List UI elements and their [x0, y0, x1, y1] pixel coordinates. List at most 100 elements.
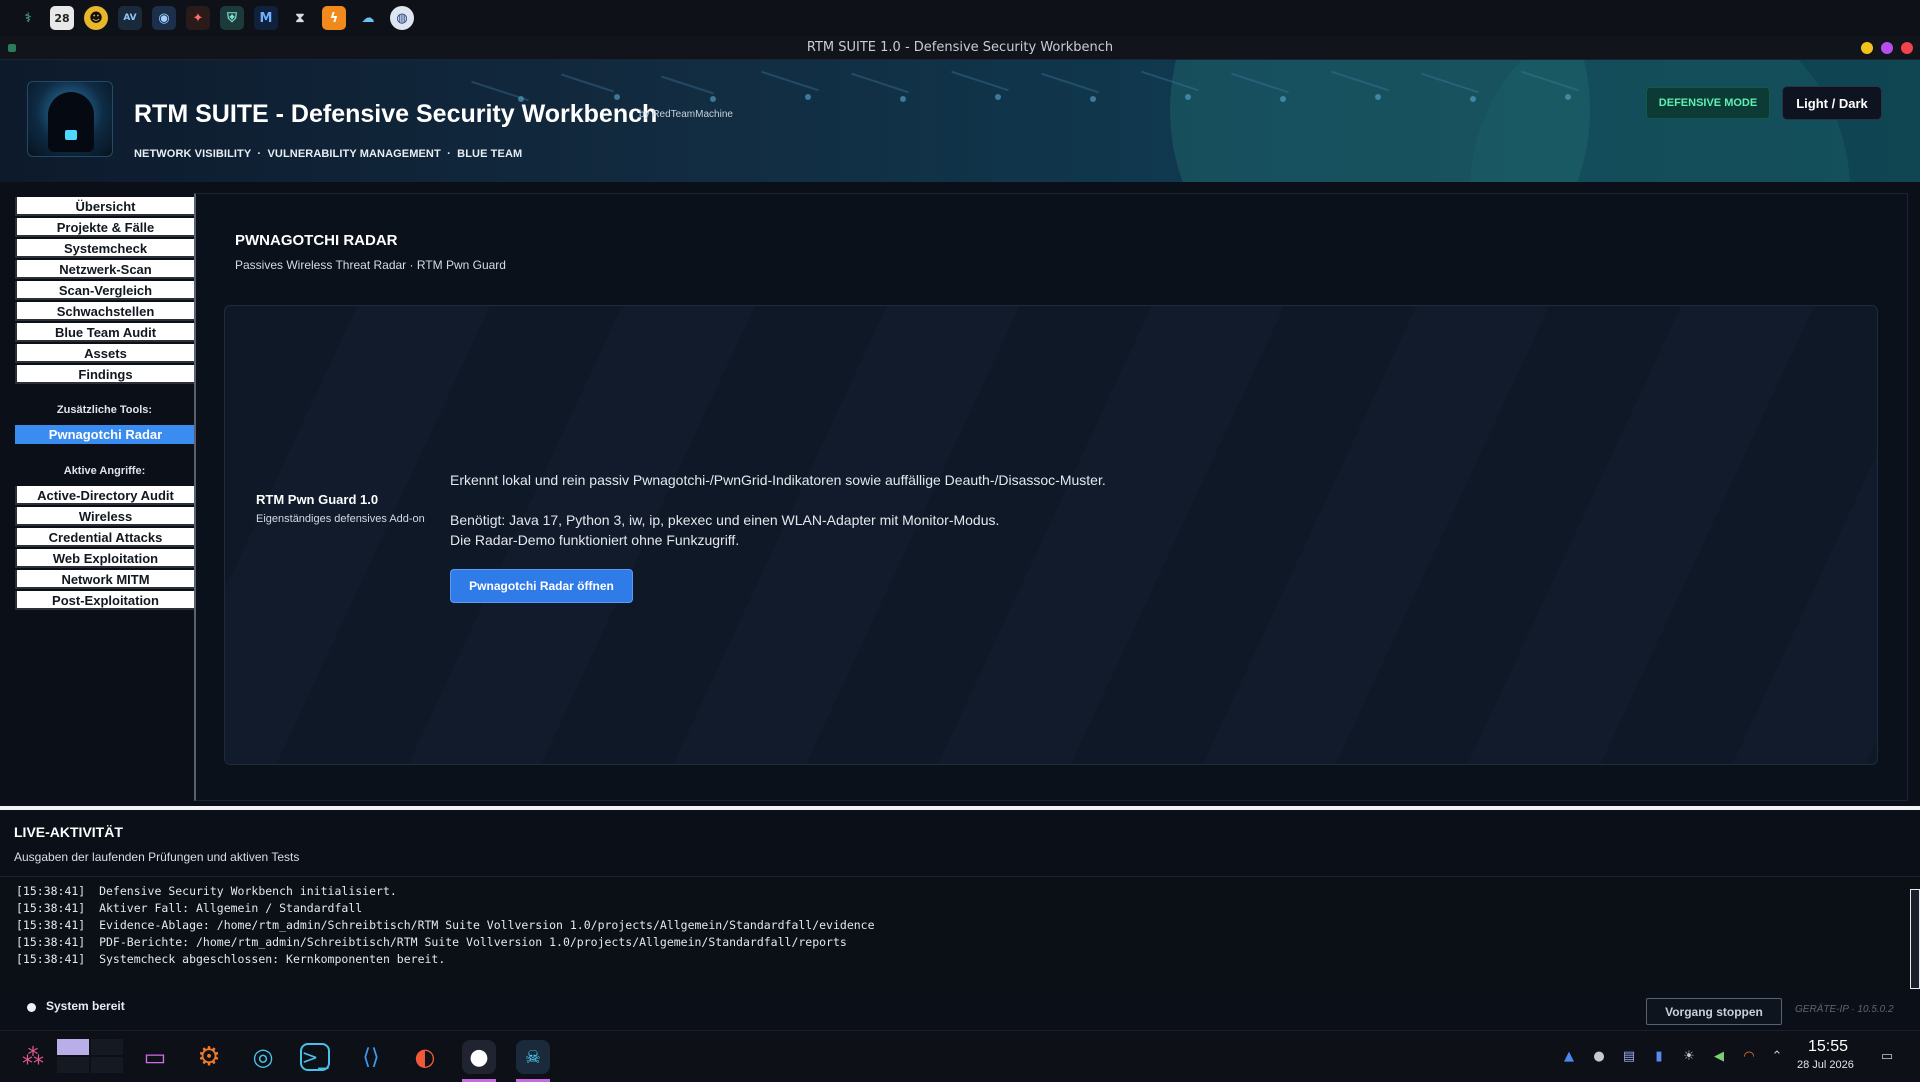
addon-requirements: Benötigt: Java 17, Python 3, iw, ip, pke… — [450, 512, 1000, 528]
live-subtitle: Ausgaben der laufenden Prüfungen und akt… — [14, 850, 300, 864]
header-decoration — [1090, 96, 1096, 102]
live-title: LIVE-AKTIVITÄT — [14, 824, 123, 840]
taskbar: ⁂ ▭ ⚙ ◎ >_ ⟨⟩ ◐ ● ☠ ▲ ● ▤ ▮ ☀ ◀ ◠ ⌃ 15:5… — [0, 1030, 1920, 1082]
wand-icon[interactable]: ✦ — [186, 6, 210, 30]
live-activity-panel: LIVE-AKTIVITÄT Ausgaben der laufenden Pr… — [0, 810, 1920, 1030]
ghost-icon[interactable]: ◉ — [152, 6, 176, 30]
sidebar-item-credential-attacks[interactable]: Credential Attacks — [15, 528, 194, 547]
header-decoration — [951, 70, 1009, 92]
radar-app-icon[interactable]: ⚕ — [16, 6, 40, 30]
activity-log[interactable]: [15:38:41] Defensive Security Workbench … — [0, 876, 1920, 990]
workspace-1[interactable] — [57, 1039, 89, 1055]
sidebar: Übersicht Projekte & Fälle Systemcheck N… — [0, 182, 194, 808]
lock-icon — [65, 130, 77, 140]
rtm-app-icon[interactable]: ☠ — [516, 1040, 550, 1082]
status-text: System bereit — [46, 999, 125, 1013]
sidebar-item-blue-team-audit[interactable]: Blue Team Audit — [15, 323, 194, 342]
stop-process-button[interactable]: Vorgang stoppen — [1646, 998, 1782, 1025]
clipboard-icon[interactable]: ▤ — [1620, 1047, 1638, 1065]
log-line: [15:38:41] PDF-Berichte: /home/rtm_admin… — [16, 935, 847, 949]
system-top-bar: ⚕ 28 ☻ AV ◉ ✦ ⛨ M ⧗ ϟ ☁ ◍ — [0, 0, 1920, 36]
header-decoration — [1041, 72, 1099, 94]
sidebar-item-pwnagotchi-radar[interactable]: Pwnagotchi Radar — [15, 425, 194, 444]
sidebar-item-network-mitm[interactable]: Network MITM — [15, 570, 194, 589]
browser-icon[interactable]: ◎ — [246, 1040, 280, 1074]
addon-name: RTM Pwn Guard 1.0 — [256, 492, 379, 507]
bolt-icon[interactable]: ϟ — [322, 6, 346, 30]
brightness-icon[interactable]: ☀ — [1680, 1047, 1698, 1065]
window-title: RTM SUITE 1.0 - Defensive Security Workb… — [806, 40, 1114, 55]
header-decoration — [761, 70, 819, 92]
app-title: RTM SUITE - Defensive Security Workbench — [134, 100, 658, 128]
sidebar-item-web-exploitation[interactable]: Web Exploitation — [15, 549, 194, 568]
arch-tray-icon[interactable]: ▲ — [1560, 1047, 1578, 1065]
header-decoration — [661, 75, 714, 95]
minimize-button[interactable] — [1861, 42, 1873, 54]
log-line: [15:38:41] Aktiver Fall: Allgemein / Sta… — [16, 901, 363, 915]
vscode-icon[interactable]: ⟨⟩ — [354, 1040, 388, 1074]
firefox-icon[interactable]: ◐ — [408, 1040, 442, 1074]
hacker-hood-icon — [48, 92, 94, 152]
sidebar-item-systemcheck[interactable]: Systemcheck — [15, 239, 194, 258]
header-decoration — [1375, 94, 1381, 100]
timer-icon[interactable]: ⧗ — [288, 6, 312, 30]
sidebar-item-findings[interactable]: Findings — [15, 365, 194, 384]
workspace-2[interactable] — [91, 1039, 123, 1055]
github-icon[interactable]: ● — [462, 1040, 496, 1082]
app-logo — [27, 81, 113, 157]
maximize-button[interactable] — [1881, 42, 1893, 54]
sidebar-item-schwachstellen[interactable]: Schwachstellen — [15, 302, 194, 321]
settings-icon[interactable]: ⚙ — [192, 1040, 226, 1074]
show-desktop-icon[interactable]: ▭ — [1878, 1047, 1896, 1065]
shield-icon[interactable]: ⛨ — [220, 6, 244, 30]
open-radar-button[interactable]: Pwnagotchi Radar öffnen — [450, 569, 633, 603]
window-title-bar: RTM SUITE 1.0 - Defensive Security Workb… — [0, 36, 1920, 60]
app-launcher-icon[interactable]: ⁂ — [16, 1040, 50, 1074]
log-line: [15:38:41] Systemcheck abgeschlossen: Ke… — [16, 952, 446, 966]
addon-caption: Eigenständiges defensives Add-on — [256, 513, 425, 525]
sidebar-item-assets[interactable]: Assets — [15, 344, 194, 363]
header-decoration — [1470, 60, 1850, 182]
header-decoration — [561, 73, 614, 93]
cloud-icon[interactable]: ☁ — [356, 6, 380, 30]
antivirus-icon[interactable]: AV — [118, 6, 142, 30]
sidebar-item-scan-vergleich[interactable]: Scan-Vergleich — [15, 281, 194, 300]
calendar-icon[interactable]: 28 — [50, 6, 74, 30]
workspace-3[interactable] — [57, 1057, 89, 1073]
wifi-icon[interactable]: ◠ — [1740, 1047, 1758, 1065]
log-scrollbar[interactable] — [1910, 889, 1920, 989]
defensive-mode-badge: DEFENSIVE MODE — [1646, 87, 1770, 119]
clock-time[interactable]: 15:55 — [1808, 1038, 1848, 1056]
page-subtitle: Passives Wireless Threat Radar · RTM Pwn… — [235, 258, 506, 272]
chevron-up-icon[interactable]: ⌃ — [1768, 1047, 1786, 1065]
github-tray-icon[interactable]: ● — [1590, 1047, 1608, 1065]
sidebar-item-ad-audit[interactable]: Active-Directory Audit — [15, 486, 194, 505]
volume-icon[interactable]: ◀ — [1710, 1047, 1728, 1065]
window-app-icon — [8, 44, 16, 52]
alien-icon[interactable]: ☻ — [84, 6, 108, 30]
sidebar-item-wireless[interactable]: Wireless — [15, 507, 194, 526]
header-decoration — [995, 94, 1001, 100]
header-decoration — [1470, 96, 1476, 102]
sidebar-item-post-exploitation[interactable]: Post-Exploitation — [15, 591, 194, 610]
folder-icon[interactable]: ▭ — [138, 1040, 172, 1074]
page-title: PWNAGOTCHI RADAR — [235, 232, 398, 249]
log-line: [15:38:41] Defensive Security Workbench … — [16, 884, 397, 898]
battery-icon[interactable]: ▮ — [1650, 1047, 1668, 1065]
sidebar-item-netzwerk-scan[interactable]: Netzwerk-Scan — [15, 260, 194, 279]
workspace-pager[interactable] — [57, 1039, 123, 1073]
sidebar-item-projekte[interactable]: Projekte & Fälle — [15, 218, 194, 237]
sidebar-item-uebersicht[interactable]: Übersicht — [15, 197, 194, 216]
terminal-icon[interactable]: >_ — [300, 1043, 330, 1071]
theme-toggle-button[interactable]: Light / Dark — [1782, 86, 1882, 120]
globe-icon[interactable]: ◍ — [390, 6, 414, 30]
close-button[interactable] — [1901, 42, 1913, 54]
malwarebytes-icon[interactable]: M — [254, 6, 278, 30]
workspace-4[interactable] — [91, 1057, 123, 1073]
header-decoration — [805, 94, 811, 100]
addon-demo-note: Die Radar-Demo funktioniert ohne Funkzug… — [450, 532, 740, 548]
app-tagline: NETWORK VISIBILITY · VULNERABILITY MANAG… — [134, 148, 523, 160]
header-decoration — [1565, 94, 1571, 100]
clock-date[interactable]: 28 Jul 2026 — [1797, 1059, 1854, 1071]
status-indicator — [27, 1003, 36, 1012]
